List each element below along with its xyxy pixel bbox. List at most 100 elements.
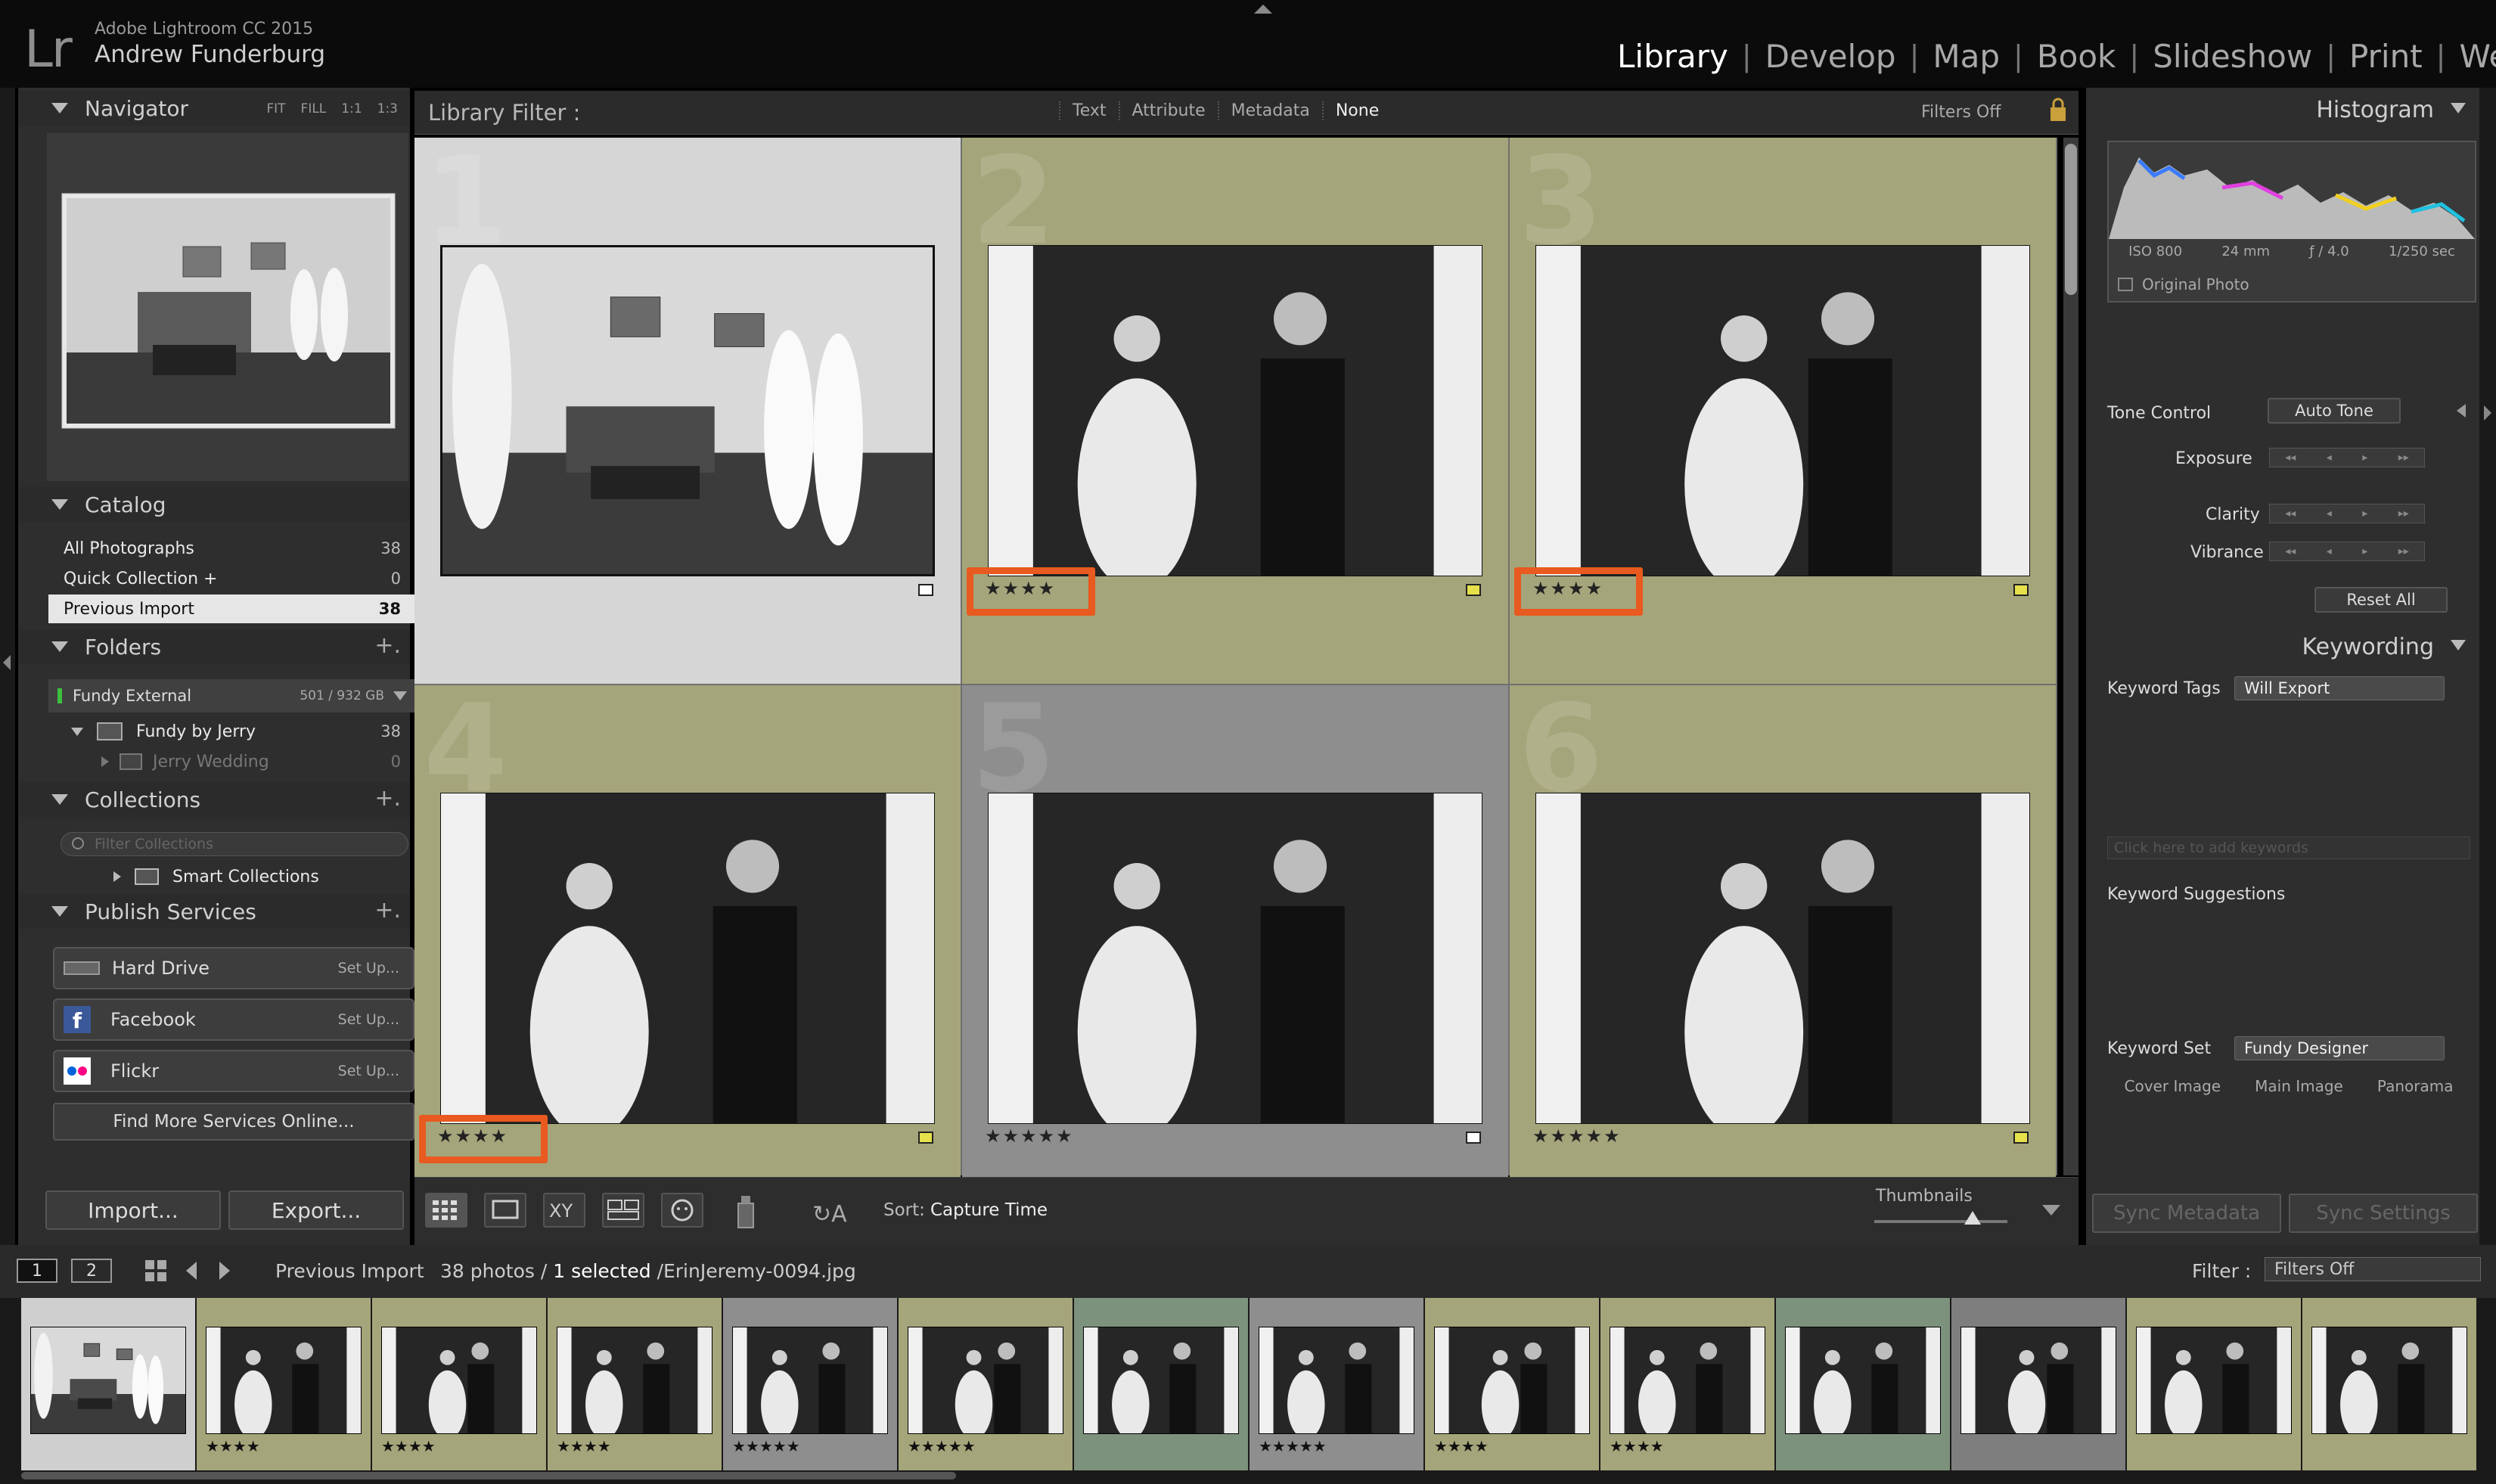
collapse-top-panel-icon[interactable] [1254,5,1272,14]
sync-settings-button[interactable]: Sync Settings [2289,1194,2478,1233]
publish-services-header[interactable]: Publish Services +. [18,894,410,929]
vibrance-stepper[interactable]: ◂◂ ◂ ▸ ▸▸ [2269,542,2425,561]
grid-view-button[interactable] [425,1193,467,1228]
photo-thumbnail[interactable] [1535,793,2030,1124]
publish-facebook[interactable]: f Facebook Set Up... [53,998,414,1041]
filmstrip-thumbnail[interactable]: ★★★★★ [1250,1298,1423,1470]
zoom-1-1[interactable]: 1:1 [341,101,362,116]
auto-tone-button[interactable]: Auto Tone [2268,398,2401,424]
module-print[interactable]: Print [2336,38,2436,75]
module-slideshow[interactable]: Slideshow [2139,38,2326,75]
expand-collection-icon[interactable] [113,871,121,882]
keyword-set-item[interactable]: Main Image [2255,1077,2343,1095]
slider-knob[interactable] [1964,1211,1982,1225]
filmstrip-photo[interactable] [30,1327,186,1434]
catalog-header[interactable]: Catalog [18,487,410,522]
keyword-set-item[interactable]: Panorama [2377,1077,2454,1095]
checkbox-icon[interactable] [2118,278,2133,291]
setup-link[interactable]: Set Up... [338,1063,399,1079]
photo-thumbnail[interactable] [988,245,1482,576]
lock-icon[interactable] [2048,97,2068,123]
left-panel-edge[interactable] [0,88,15,1245]
filmstrip-photo[interactable] [206,1327,362,1434]
grid-icon[interactable] [142,1257,169,1284]
sort-dropdown[interactable]: Capture Time [930,1200,1048,1220]
zoom-fill[interactable]: FILL [301,101,327,116]
photo-thumbnail[interactable] [440,245,935,576]
filmstrip-filter-dropdown[interactable]: Filters Off [2265,1257,2481,1281]
filmstrip-photo[interactable] [2311,1327,2467,1434]
catalog-all-photographs[interactable]: All Photographs 38 [48,534,416,563]
publish-flickr[interactable]: Flickr Set Up... [53,1050,414,1092]
back-forward-arrows-icon[interactable] [182,1257,242,1284]
filter-attribute[interactable]: Attribute [1118,101,1218,120]
filmstrip-photo[interactable] [557,1327,712,1434]
setup-link[interactable]: Set Up... [338,960,399,976]
import-button[interactable]: Import... [45,1191,221,1230]
color-label-badge[interactable] [1466,584,1481,596]
volume-fundy-external[interactable]: Fundy External 501 / 932 GB [48,679,416,713]
compare-view-button[interactable]: XY [543,1193,585,1228]
grid-cell[interactable]: 6 ★★★★★ [1510,685,2056,1231]
zoom-fit[interactable]: FIT [266,101,285,116]
filmstrip-photo[interactable] [1785,1327,1941,1434]
secondary-monitor-button[interactable]: 2 [71,1259,112,1283]
filmstrip-thumbnail[interactable]: ★★★★★ [723,1298,897,1470]
add-publish-service-icon[interactable]: +. [374,897,401,924]
scrollbar-thumb[interactable] [2065,144,2077,295]
navigator-preview[interactable] [47,133,408,481]
keyword-set-item[interactable]: Cover Image [2125,1077,2221,1095]
filmstrip-photo[interactable] [381,1327,537,1434]
color-label-badge[interactable] [2013,584,2029,596]
module-web[interactable]: We [2445,38,2496,75]
right-panel-edge[interactable] [2479,88,2496,1245]
filmstrip-photo[interactable] [1259,1327,1414,1434]
primary-monitor-button[interactable]: 1 [17,1259,57,1283]
grid-cell[interactable]: 3 ★★★★ [1510,138,2056,684]
zoom-1-3[interactable]: 1:3 [377,101,398,116]
toolbar-options-icon[interactable] [2042,1205,2060,1215]
filmstrip-source[interactable]: Previous Import [275,1260,424,1282]
catalog-previous-import[interactable]: Previous Import 38 [48,595,416,623]
folder-fundy-by-jerry[interactable]: Fundy by Jerry 38 [48,717,416,746]
add-folder-icon[interactable]: +. [374,632,401,659]
filter-none[interactable]: None [1321,101,1391,120]
clarity-stepper[interactable]: ◂◂ ◂ ▸ ▸▸ [2269,504,2425,523]
add-collection-icon[interactable]: +. [374,785,401,812]
tone-collapse-icon[interactable] [2457,404,2466,418]
exposure-stepper[interactable]: ◂◂ ◂ ▸ ▸▸ [2269,448,2425,467]
filmstrip-photo[interactable] [1083,1327,1239,1434]
filmstrip-photo[interactable] [732,1327,888,1434]
expand-folder-icon[interactable] [101,756,109,767]
filmstrip-photo[interactable] [1434,1327,1590,1434]
filmstrip-thumbnail[interactable]: ★★★★ [548,1298,722,1470]
sort-direction-icon[interactable]: ↻A [808,1194,868,1231]
filmstrip-info[interactable]: 38 photos / 1 selected /ErinJeremy-0094.… [440,1260,856,1282]
collapse-left-arrow-icon[interactable] [3,655,11,670]
filmstrip-thumbnail[interactable] [1951,1298,2125,1470]
grid-cell[interactable]: 1 [414,138,961,684]
spray-can-icon[interactable] [732,1191,759,1231]
module-library[interactable]: Library [1603,38,1742,75]
keywording-header[interactable]: Keywording [2086,628,2479,666]
smart-collections[interactable]: Smart Collections [48,862,416,891]
reset-all-button[interactable]: Reset All [2314,587,2448,613]
folders-header[interactable]: Folders +. [18,629,410,664]
people-view-button[interactable] [661,1193,703,1228]
filmstrip-thumbnail[interactable]: ★★★★★ [899,1298,1073,1470]
setup-link[interactable]: Set Up... [338,1011,399,1028]
grid-cell[interactable]: 4 ★★★★ [414,685,961,1231]
filmstrip-scrollbar[interactable] [21,1472,956,1479]
find-more-services-button[interactable]: Find More Services Online... [53,1103,414,1141]
module-map[interactable]: Map [1919,38,2013,75]
photo-thumbnail[interactable] [440,793,935,1124]
filmstrip-photo[interactable] [908,1327,1063,1434]
module-book[interactable]: Book [2023,38,2130,75]
filmstrip-photo[interactable] [1960,1327,2116,1434]
filter-text[interactable]: Text [1059,101,1119,120]
collections-header[interactable]: Collections +. [18,782,410,817]
keyword-tags-dropdown[interactable]: Will Export [2234,676,2445,700]
collapse-right-arrow-icon[interactable] [2484,405,2491,421]
loupe-view-button[interactable] [484,1193,526,1228]
photo-thumbnail[interactable] [988,793,1482,1124]
